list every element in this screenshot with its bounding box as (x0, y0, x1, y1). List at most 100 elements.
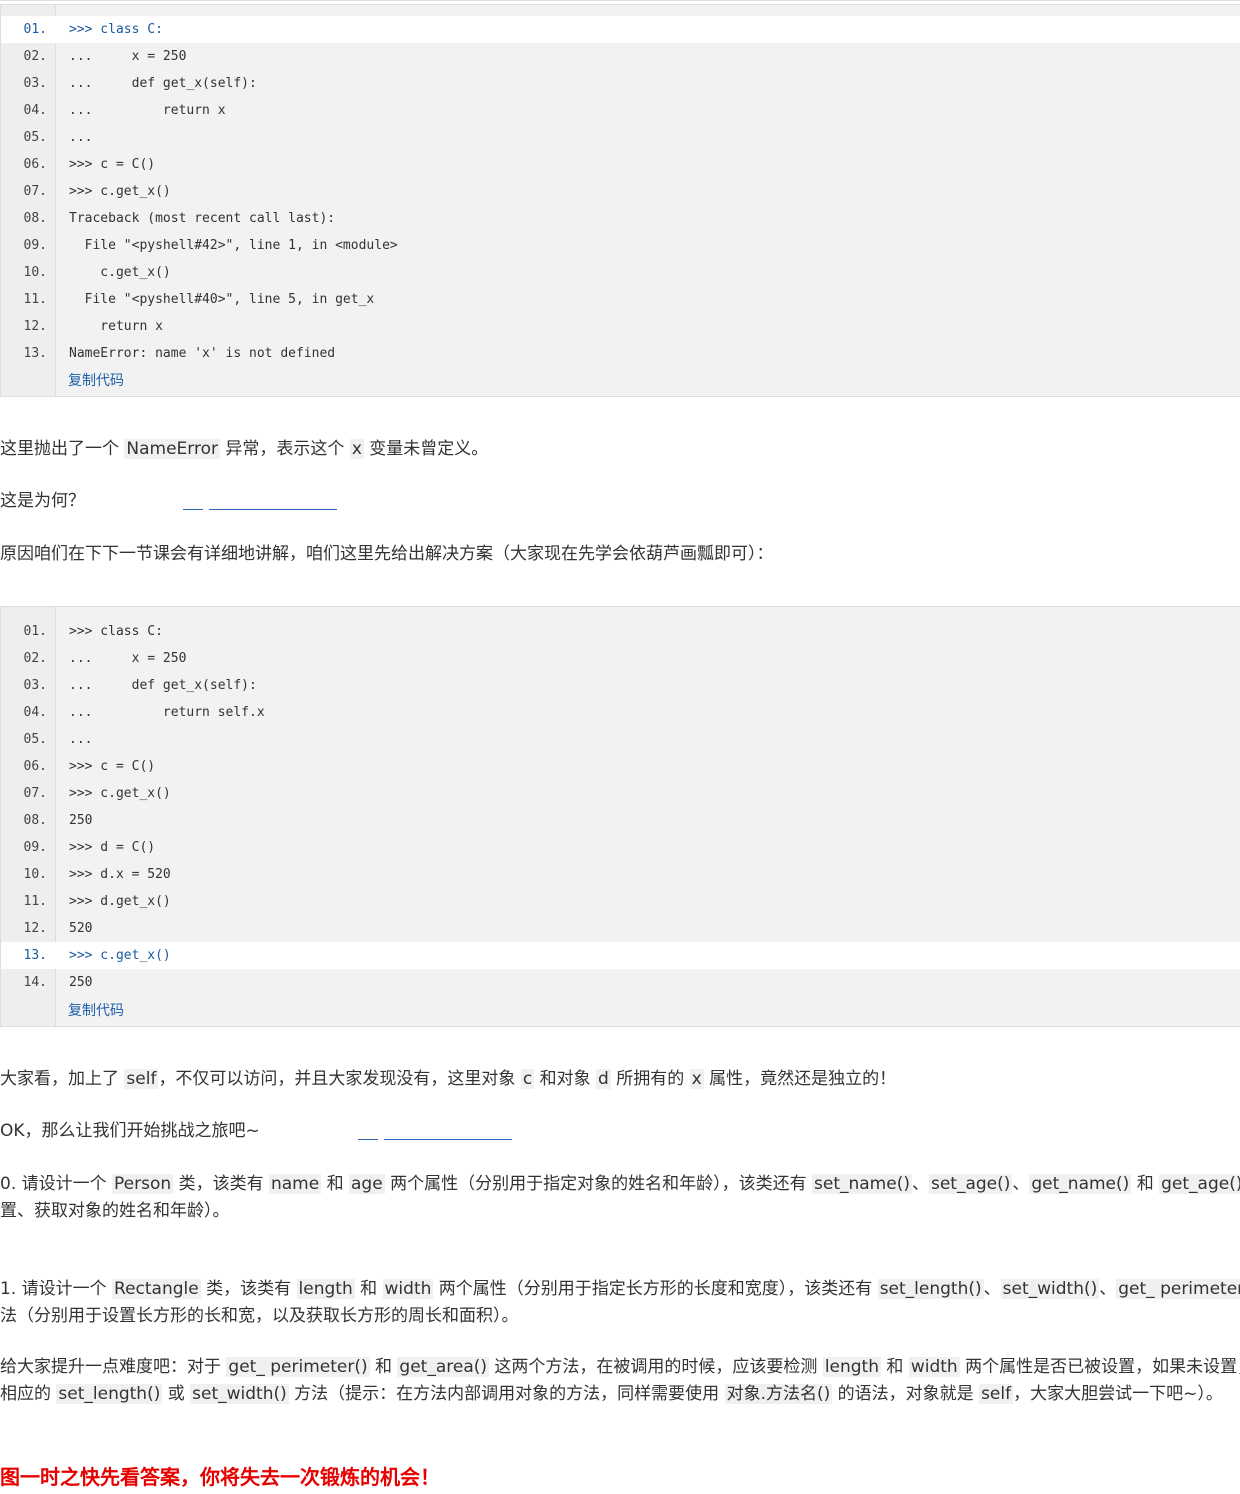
code-line: 13. NameError: name 'x' is not defined (1, 340, 1240, 367)
code-text: ... x = 250 (69, 49, 187, 64)
code-line: 11. File "<pyshell#40>", line 5, in get_… (1, 286, 1240, 313)
code-line: 07. >>> c.get_x() (1, 178, 1240, 205)
code-text: 250 (69, 975, 93, 990)
line-number: 12. (23, 921, 47, 936)
line-number: 01. (23, 624, 47, 639)
code-line: 10. >>> d.x = 520 (1, 861, 1240, 888)
line-number: 04. (23, 103, 47, 118)
inline-code: Person (112, 1174, 174, 1194)
warning-text: 图一时之快先看答案，你将失去一次锻炼的机会！ (0, 1465, 440, 1489)
inline-code: self (979, 1384, 1014, 1404)
inline-code: 对象.方法名() (724, 1384, 833, 1404)
code-text: File "<pyshell#42>", line 1, in <module> (69, 238, 398, 253)
link-underline[interactable] (183, 509, 203, 510)
code-line: 01. >>> class C: (1, 618, 1240, 645)
inline-code: get_name() (1029, 1174, 1132, 1194)
code-text: >>> c = C() (69, 759, 156, 774)
code-line: 13. >>> c.get_x() (1, 942, 1240, 969)
code-text: ... (69, 732, 93, 747)
copy-code-button[interactable]: 复制代码 (68, 1000, 124, 1020)
code-text: >>> c = C() (69, 157, 156, 172)
code-line: 12. return x (1, 313, 1240, 340)
code-block-2: 01. >>> class C: 02. ... x = 250 03. ... def … (0, 606, 1240, 1027)
code-text: >>> class C: (69, 624, 163, 639)
link-underline[interactable] (358, 1139, 378, 1140)
line-number: 14. (23, 975, 47, 990)
paragraph-self: 大家看，加上了 self ，不仅可以访问，并且大家发现没有，这里对象 c 和对象 … (0, 1069, 897, 1089)
inline-code: Rectangle (112, 1279, 201, 1299)
code-text: >>> c.get_x() (69, 184, 171, 199)
inline-code: set_length() (56, 1384, 163, 1404)
line-number: 11. (23, 292, 47, 307)
code-line: 07. >>> c.get_x() (1, 780, 1240, 807)
line-number: 08. (23, 813, 47, 828)
inline-code: self (124, 1069, 159, 1089)
question-1-line2: 法（分别用于设置长方形的长和宽，以及获取长方形的周长和面积）。 (0, 1306, 519, 1326)
inline-code: width (382, 1279, 434, 1299)
code-line: 09. File "<pyshell#42>", line 1, in <mod… (1, 232, 1240, 259)
inline-code: set_width() (1000, 1279, 1100, 1299)
code-line: 09. >>> d = C() (1, 834, 1240, 861)
code-text: 250 (69, 813, 93, 828)
inline-code: age (349, 1174, 385, 1194)
line-number: 03. (23, 678, 47, 693)
line-number: 09. (23, 840, 47, 855)
code-text: File "<pyshell#40>", line 5, in get_x (69, 292, 375, 307)
inline-code: width (908, 1357, 960, 1377)
code-text: ... def get_x(self): (69, 76, 257, 91)
code-text: ... return x (69, 103, 226, 118)
paragraph-reason: 原因咱们在下下一节课会有详细地讲解，咱们这里先给出解决方案（大家现在先学会依葫芦… (0, 544, 774, 564)
code-text: ... def get_x(self): (69, 678, 257, 693)
code-text: >>> d.x = 520 (69, 867, 171, 882)
inline-code: set_length() (877, 1279, 984, 1299)
copy-code-button[interactable]: 复制代码 (68, 370, 124, 390)
code-text: 520 (69, 921, 93, 936)
line-number: 10. (23, 265, 47, 280)
code-line: 04. ... return self.x (1, 699, 1240, 726)
code-text: c.get_x() (69, 265, 171, 280)
code-text: ... x = 250 (69, 651, 187, 666)
code-line: 03. ... def get_x(self): (1, 70, 1240, 97)
line-number: 05. (23, 732, 47, 747)
line-number: 12. (23, 319, 47, 334)
line-number: 04. (23, 705, 47, 720)
code-text: >>> c.get_x() (69, 786, 171, 801)
line-number: 06. (23, 759, 47, 774)
code-line: 01. >>> class C: (1, 16, 1240, 43)
question-0: 0. 请设计一个 Person 类，该类有 name 和 age 两个属性（分别… (0, 1171, 1240, 1198)
code-line: 05.... (1, 726, 1240, 753)
code-line: 04. ... return x (1, 97, 1240, 124)
link-underline[interactable] (384, 1139, 512, 1140)
question-0-line2: 置、获取对象的姓名和年龄）。 (0, 1201, 230, 1221)
code-text: >>> d.get_x() (69, 894, 171, 909)
line-number: 01. (23, 22, 47, 37)
question-1: 1. 请设计一个 Rectangle 类，该类有 length 和 width … (0, 1276, 1240, 1303)
line-number: 06. (23, 157, 47, 172)
inline-code: x (349, 439, 364, 459)
paragraph-ok: OK，那么让我们开始挑战之旅吧~ (0, 1121, 260, 1141)
line-number: 10. (23, 867, 47, 882)
code-line: 10. c.get_x() (1, 259, 1240, 286)
code-line: 06. >>> c = C() (1, 753, 1240, 780)
code-line: 14. 250 (1, 969, 1240, 996)
paragraph-nameerror: 这里抛出了一个 NameError 异常，表示这个 x 变量未曾定义。 (0, 439, 489, 459)
code-text: NameError: name 'x' is not defined (69, 346, 336, 361)
inline-code: set_width() (190, 1384, 289, 1404)
code-text: Traceback (most recent call last): (69, 211, 336, 226)
link-underline[interactable] (209, 509, 337, 510)
inline-code: x (689, 1069, 704, 1089)
code-line: 12. 520 (1, 915, 1240, 942)
code-line: 02. ... x = 250 (1, 645, 1240, 672)
inline-code: set_age() (928, 1174, 1013, 1194)
code-line: 08. Traceback (most recent call last): (1, 205, 1240, 232)
code-text: return x (69, 319, 163, 334)
question-1-extra-line2: 相应的 set_length() 或 set_width() 方法（提示：在方法… (0, 1384, 1223, 1404)
question-1-extra: 给大家提升一点难度吧：对于 get_ perimeter() 和 get_are… (0, 1357, 1240, 1377)
inline-code: name (268, 1174, 322, 1194)
line-number: 07. (23, 786, 47, 801)
code-text: >>> d = C() (69, 840, 156, 855)
line-number: 05. (23, 130, 47, 145)
inline-code: set_name() (812, 1174, 912, 1194)
code-line: 06. >>> c = C() (1, 151, 1240, 178)
code-line: 03. ... def get_x(self): (1, 672, 1240, 699)
